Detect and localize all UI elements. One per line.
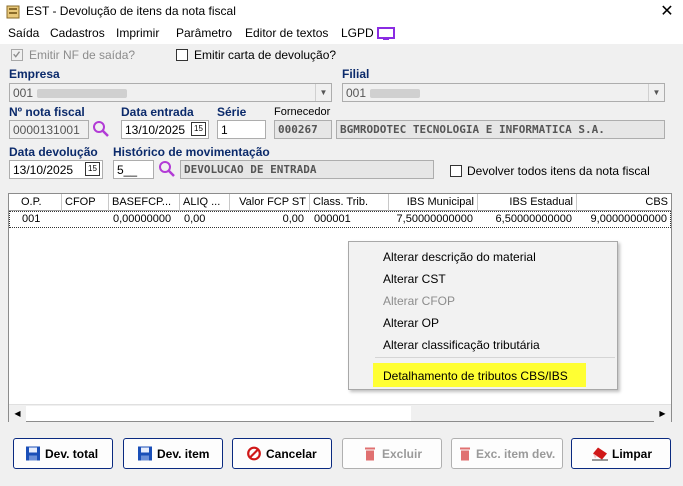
app-icon [6, 5, 20, 19]
limpar-button[interactable]: Limpar [571, 438, 671, 469]
dev-item-label: Dev. item [157, 447, 210, 461]
context-menu-separator [375, 357, 615, 358]
checkmark-icon [13, 51, 21, 58]
scroll-thumb[interactable] [26, 406, 411, 421]
fornecedor-code: 000267 [274, 120, 332, 139]
exc-item-dev-label: Exc. item dev. [476, 447, 556, 461]
historico-description: DEVOLUCAO DE ENTRADA [180, 160, 434, 179]
menu-item-cadastros[interactable]: Cadastros [50, 26, 105, 40]
context-item-alterar-cfop: Alterar CFOP [383, 294, 456, 308]
context-item-alterar-cst[interactable]: Alterar CST [383, 272, 446, 286]
fornecedor-name: BGMRODOTEC TECNOLOGIA E INFORMATICA S.A. [336, 120, 665, 139]
emitir-nf-checkbox[interactable] [11, 49, 23, 61]
trash-icon [365, 447, 375, 461]
devolver-todos-label: Devolver todos itens da nota fiscal [467, 164, 650, 178]
grid-header: O.P. CFOP BASEFCP... ALIQ ... Valor FCP … [9, 194, 671, 211]
cancelar-label: Cancelar [266, 447, 317, 461]
nota-fiscal-label: Nº nota fiscal [9, 105, 85, 119]
cancel-icon [247, 446, 261, 461]
context-item-alterar-op[interactable]: Alterar OP [383, 316, 439, 330]
menu-item-lgpd[interactable]: LGPD [341, 26, 374, 40]
table-row[interactable]: 001 0,00000000 0,00 0,00 000001 7,500000… [9, 211, 671, 228]
column-header-aliq[interactable]: ALIQ ... [180, 194, 230, 211]
scroll-right-icon[interactable]: ▶ [654, 405, 671, 422]
trash-icon [460, 447, 470, 461]
calendar-icon[interactable]: 15 [85, 162, 100, 176]
empresa-value: 001 [13, 86, 34, 100]
menu-bar: Saída Cadastros Imprimir Parâmetro Edito… [0, 24, 683, 44]
calendar-icon[interactable]: 15 [191, 122, 206, 136]
serie-label: Série [217, 105, 247, 119]
redacted-text [37, 89, 128, 99]
cancelar-button[interactable]: Cancelar [232, 438, 332, 469]
dev-total-button[interactable]: Dev. total [13, 438, 113, 469]
cell-basefcp: 0,00000000 [113, 213, 172, 225]
cell-op: 001 [22, 213, 41, 225]
eraser-icon [592, 447, 608, 461]
search-icon[interactable] [92, 120, 110, 138]
nota-fiscal-input[interactable]: 0000131001 [9, 120, 89, 139]
emitir-nf-label: Emitir NF de saída? [29, 48, 136, 62]
horizontal-scrollbar[interactable]: ◀ ▶ [9, 404, 671, 422]
limpar-label: Limpar [612, 447, 653, 461]
scroll-left-icon[interactable]: ◀ [9, 405, 26, 422]
excluir-label: Excluir [382, 447, 423, 461]
context-item-alterar-descricao[interactable]: Alterar descrição do material [383, 250, 536, 264]
save-icon [26, 446, 40, 461]
cell-cfop [63, 213, 110, 227]
emitir-carta-checkbox[interactable] [176, 49, 188, 61]
cell-valor-fcp-st: 0,00 [282, 213, 304, 225]
column-header-class-trib[interactable]: Class. Trib. [310, 194, 389, 211]
menu-item-saida[interactable]: Saída [8, 26, 39, 40]
data-entrada-label: Data entrada [121, 105, 194, 119]
column-header-ibs-municipal[interactable]: IBS Municipal [389, 194, 478, 211]
empresa-combo[interactable]: 001 ▼ [9, 83, 332, 102]
chevron-down-icon[interactable]: ▼ [648, 84, 664, 101]
cell-ibs-municipal: 7,50000000000 [396, 213, 473, 225]
filial-value: 001 [346, 86, 367, 100]
context-item-detalhamento-tributos[interactable]: Detalhamento de tributos CBS/IBS [383, 369, 568, 383]
column-header-ibs-estadual[interactable]: IBS Estadual [478, 194, 577, 211]
empresa-label: Empresa [9, 67, 60, 81]
context-menu: Alterar descrição do material Alterar CS… [348, 241, 618, 390]
excluir-button[interactable]: Excluir [342, 438, 442, 469]
save-icon [138, 446, 152, 461]
window-title: EST - Devolução de itens da nota fiscal [26, 4, 236, 18]
historico-code-input[interactable]: 5__ [113, 160, 154, 179]
chevron-down-icon[interactable]: ▼ [315, 84, 331, 101]
menu-item-imprimir[interactable]: Imprimir [116, 26, 159, 40]
column-header-cfop[interactable]: CFOP [62, 194, 109, 211]
filial-label: Filial [342, 67, 370, 81]
search-icon[interactable] [158, 160, 176, 178]
fornecedor-label: Fornecedor [274, 106, 331, 118]
menu-item-editor-textos[interactable]: Editor de textos [245, 26, 328, 40]
column-header-cbs[interactable]: CBS [577, 194, 671, 211]
data-devolucao-value: 13/10/2025 [13, 163, 74, 177]
dev-item-button[interactable]: Dev. item [123, 438, 223, 469]
cell-ibs-estadual: 6,50000000000 [495, 213, 572, 225]
title-bar: EST - Devolução de itens da nota fiscal … [0, 0, 683, 24]
dev-total-label: Dev. total [45, 447, 99, 461]
serie-input[interactable]: 1 [217, 120, 266, 139]
historico-label: Histórico de movimentação [113, 145, 270, 159]
menu-item-parametro[interactable]: Parâmetro [176, 26, 232, 40]
data-entrada-value: 13/10/2025 [125, 123, 186, 137]
column-header-valor-fcp-st[interactable]: Valor FCP ST [230, 194, 310, 211]
column-header-basefcp[interactable]: BASEFCP... [109, 194, 180, 211]
close-icon[interactable]: ✕ [656, 1, 678, 23]
redacted-text [370, 89, 421, 99]
data-devolucao-input[interactable]: 13/10/2025 15 [9, 160, 103, 179]
exc-item-dev-button[interactable]: Exc. item dev. [451, 438, 563, 469]
devolver-todos-checkbox[interactable] [450, 165, 462, 177]
cell-cbs: 9,00000000000 [590, 213, 667, 225]
cell-aliq: 0,00 [184, 213, 206, 225]
monitor-icon[interactable] [377, 27, 395, 41]
filial-combo[interactable]: 001 ▼ [342, 83, 665, 102]
data-devolucao-label: Data devolução [9, 145, 98, 159]
context-item-alterar-classificacao[interactable]: Alterar classificação tributária [383, 338, 540, 352]
column-header-op[interactable]: O.P. [9, 194, 62, 211]
data-entrada-input[interactable]: 13/10/2025 15 [121, 120, 209, 139]
emitir-carta-label: Emitir carta de devolução? [194, 48, 337, 62]
cell-class-trib: 000001 [314, 213, 351, 225]
